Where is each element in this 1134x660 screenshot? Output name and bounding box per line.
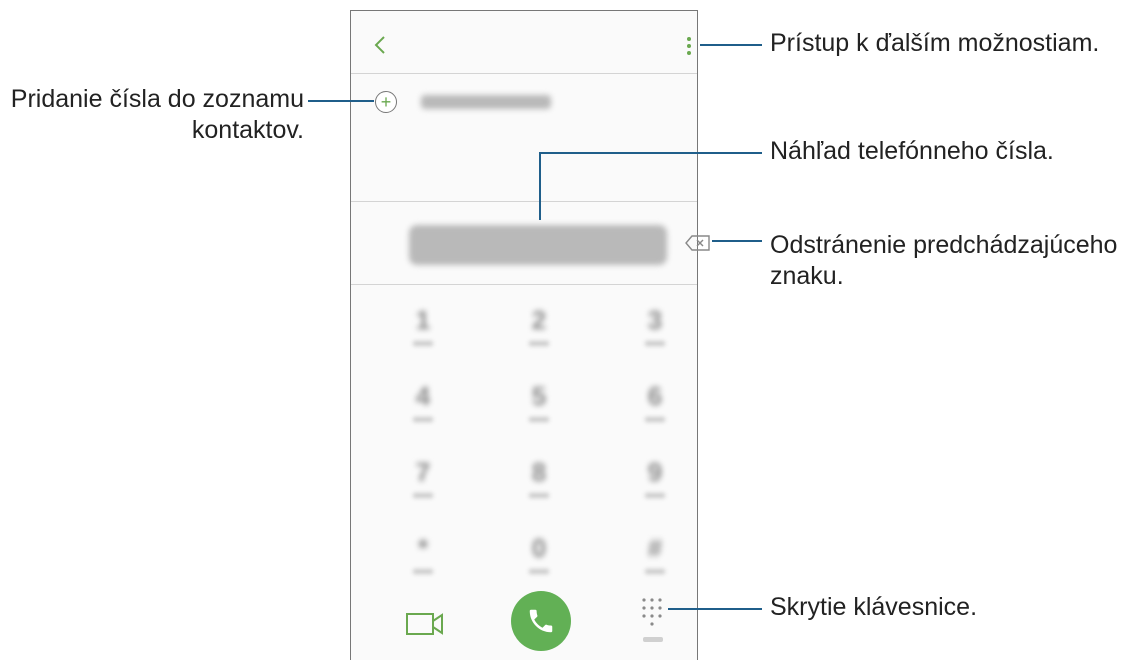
hide-keypad-label: Skrytie klávesnice. — [770, 593, 978, 621]
dial-key[interactable]: 5 — [519, 381, 559, 436]
dial-key-digit: 0 — [531, 533, 547, 563]
dial-key[interactable]: 2 — [519, 305, 559, 360]
dial-key-digit: 5 — [531, 381, 547, 411]
dial-key[interactable]: 7 — [403, 457, 443, 512]
backspace-icon[interactable] — [685, 235, 711, 251]
leader-preview-vertical — [539, 152, 541, 220]
dial-key-letters — [645, 493, 665, 498]
dial-key-letters — [645, 569, 665, 574]
keypad-icon[interactable] — [641, 597, 665, 647]
dial-key-digit: 4 — [415, 381, 431, 411]
dial-key[interactable]: 4 — [403, 381, 443, 436]
phone-icon — [529, 609, 553, 633]
dial-key-letters — [413, 417, 433, 422]
dial-key-digit: 1 — [415, 305, 431, 335]
dial-key-digit: 2 — [531, 305, 547, 335]
leader-keypad — [668, 608, 762, 610]
dial-key-digit: # — [647, 533, 663, 563]
dial-key[interactable]: 9 — [635, 457, 675, 512]
dial-key-letters — [529, 569, 549, 574]
dial-key-digit: 9 — [647, 457, 663, 487]
more-options-icon[interactable] — [685, 37, 695, 57]
add-contact-icon[interactable]: + — [375, 91, 397, 113]
number-preview-field[interactable] — [409, 225, 667, 265]
leader-delete — [712, 240, 762, 242]
video-call-icon[interactable] — [406, 611, 444, 637]
dial-key-digit: * — [417, 533, 429, 563]
number-preview-label: Náhľad telefónneho čísla. — [770, 137, 1054, 165]
dial-key[interactable]: 1 — [403, 305, 443, 360]
dial-key-letters — [529, 417, 549, 422]
call-button[interactable] — [511, 591, 571, 651]
dial-key[interactable]: # — [635, 533, 675, 588]
leader-preview — [539, 152, 762, 154]
dial-key-letters — [413, 341, 433, 346]
number-area-divider-top — [351, 201, 697, 202]
dial-key[interactable]: 3 — [635, 305, 675, 360]
dial-key-letters — [529, 341, 549, 346]
dial-key-letters — [645, 341, 665, 346]
dial-key[interactable]: 0 — [519, 533, 559, 588]
dial-key[interactable]: 6 — [635, 381, 675, 436]
more-options-label: Prístup k ďalším možnostiam. — [770, 29, 1100, 57]
dial-key-letters — [645, 417, 665, 422]
dial-key-digit: 6 — [647, 381, 663, 411]
delete-label-line1: Odstránenie predchádzajúceho — [770, 231, 1118, 259]
number-area-divider-bottom — [351, 284, 697, 285]
dial-key-letters — [529, 493, 549, 498]
add-contact-label-line2: kontaktov. — [191, 116, 304, 144]
back-icon[interactable] — [369, 33, 391, 57]
leader-more-options — [700, 44, 762, 46]
dial-key[interactable]: 8 — [519, 457, 559, 512]
add-contact-label-line1: Pridanie čísla do zoznamu — [10, 85, 304, 113]
dial-key-letters — [413, 493, 433, 498]
suggested-contact-name — [421, 95, 551, 109]
leader-add-contact — [308, 100, 374, 102]
dial-key-digit: 7 — [415, 457, 431, 487]
dial-key[interactable]: * — [403, 533, 443, 588]
header-divider — [351, 73, 697, 74]
dial-key-digit: 8 — [531, 457, 547, 487]
dial-key-letters — [413, 569, 433, 574]
phone-screen: + 1 2 3 4 5 6 7 8 9 * 0 # — [350, 10, 710, 660]
dial-key-digit: 3 — [647, 305, 663, 335]
delete-label-line2: znaku. — [770, 262, 844, 290]
